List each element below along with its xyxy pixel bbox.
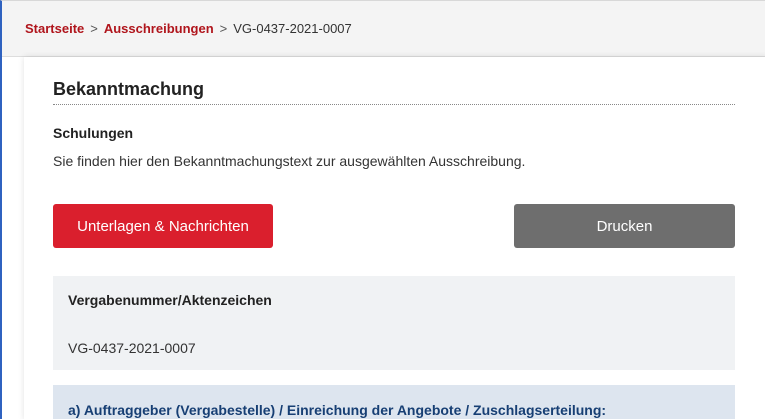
page-frame: Startseite > Ausschreibungen > VG-0437-2021-… — [0, 0, 765, 419]
accordion-contracting-authority[interactable]: a) Auftraggeber (Vergabestelle) / Einrei… — [53, 385, 735, 419]
accordion-title: a) Auftraggeber (Vergabestelle) / Einrei… — [68, 402, 607, 418]
intro-text: Sie finden hier den Bekanntmachungstext … — [53, 153, 526, 169]
breadcrumb-bar: Startseite > Ausschreibungen > VG-0437-2021-… — [2, 1, 765, 57]
section-title: Bekanntmachung — [53, 79, 205, 99]
documents-messages-button[interactable]: Unterlagen & Nachrichten — [53, 204, 273, 248]
reference-number-label: Vergabenummer/Aktenzeichen — [68, 292, 272, 308]
breadcrumb-link-home[interactable]: Startseite — [25, 21, 84, 36]
breadcrumb-separator: > — [219, 21, 228, 36]
breadcrumb: Startseite > Ausschreibungen > VG-0437-2021-… — [25, 21, 352, 37]
print-button[interactable]: Drucken — [514, 204, 735, 248]
breadcrumb-separator: > — [90, 21, 98, 36]
reference-number-box: Vergabenummer/Aktenzeichen VG-0437-2021-… — [53, 276, 735, 370]
breadcrumb-link-tenders[interactable]: Ausschreibungen — [104, 21, 214, 36]
tender-subject: Schulungen — [53, 125, 134, 141]
title-divider — [53, 104, 735, 105]
reference-number-value: VG-0437-2021-0007 — [68, 340, 196, 356]
breadcrumb-current: VG-0437-2021-0007 — [233, 21, 352, 36]
